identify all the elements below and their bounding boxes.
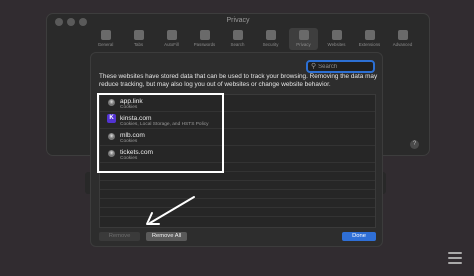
sliders-icon (448, 252, 462, 268)
annotation-arrow-icon (146, 196, 195, 225)
